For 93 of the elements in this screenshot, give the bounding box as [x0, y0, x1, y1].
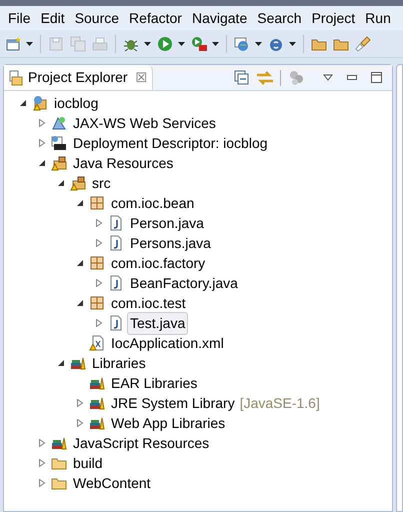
link-arrows-icon[interactable]	[256, 70, 274, 86]
caret-icon	[289, 42, 296, 46]
view-title: Project Explorer	[28, 68, 128, 87]
descriptor-icon	[51, 135, 67, 151]
collapsed-triangle-icon[interactable]	[38, 119, 46, 127]
source-folder-icon	[70, 175, 86, 191]
menu-item[interactable]: Project	[306, 8, 360, 28]
java-file-icon	[108, 315, 124, 331]
package-icon	[89, 195, 105, 211]
java-file-icon	[108, 275, 124, 291]
menu-item[interactable]: Edit	[36, 8, 70, 28]
collapse-all-icon[interactable]	[234, 70, 250, 86]
project-icon	[32, 95, 48, 111]
menu-item[interactable]: Run	[360, 8, 396, 28]
caret-icon	[255, 42, 262, 46]
minimize-icon[interactable]	[347, 74, 357, 80]
tree-item[interactable]: Web App Libraries	[108, 412, 228, 434]
close-button[interactable]: ☒	[136, 68, 148, 88]
caret-icon	[178, 42, 185, 46]
collapsed-triangle-icon[interactable]	[38, 459, 46, 467]
tree-item[interactable]: IocApplication.xml	[108, 332, 227, 354]
toolbar-button[interactable]	[190, 36, 220, 52]
tree-item[interactable]: Person.java	[127, 212, 207, 234]
tree-item[interactable]: src	[89, 172, 114, 194]
menu-item[interactable]: Search	[252, 8, 307, 28]
caret-icon	[26, 42, 33, 46]
collapsed-triangle-icon[interactable]	[95, 279, 103, 287]
new-icon	[5, 36, 21, 52]
java-file-icon	[108, 215, 124, 231]
books-icon	[89, 415, 105, 431]
tree-item[interactable]: com.ioc.test	[108, 292, 189, 314]
web-service-icon	[51, 115, 67, 131]
brush-icon	[355, 36, 371, 52]
menu-item[interactable]: File	[3, 8, 36, 28]
java-file-icon	[108, 235, 124, 251]
project-explorer-tab[interactable]: Project Explorer ☒	[4, 65, 153, 90]
globe-window-icon	[234, 36, 250, 52]
maximize-icon[interactable]	[371, 72, 382, 83]
books-icon	[51, 435, 67, 451]
caret-icon	[144, 42, 151, 46]
tree-item[interactable]: JAX-WS Web Services	[70, 112, 219, 134]
expanded-triangle-icon[interactable]	[76, 299, 84, 307]
package-icon	[89, 255, 105, 271]
tree-item[interactable]: Libraries	[89, 352, 149, 374]
expanded-triangle-icon[interactable]	[76, 199, 84, 207]
books-icon	[70, 355, 86, 371]
library-version: [JavaSE-1.6]	[240, 394, 320, 413]
expanded-triangle-icon[interactable]	[38, 159, 46, 167]
tree-item[interactable]: com.ioc.factory	[108, 252, 208, 274]
tree-item[interactable]: BeanFactory.java	[127, 272, 241, 294]
tree-item[interactable]: com.ioc.bean	[108, 192, 198, 214]
expanded-triangle-icon[interactable]	[57, 179, 65, 187]
collapsed-triangle-icon[interactable]	[95, 239, 103, 247]
tree-item[interactable]: JavaScript Resources	[70, 432, 212, 454]
package-icon	[89, 295, 105, 311]
menu-item[interactable]: Refactor	[124, 8, 187, 28]
view-menu-icon[interactable]	[323, 74, 333, 82]
caret-icon	[212, 42, 219, 46]
tree-item[interactable]: build	[70, 452, 106, 474]
tree-item[interactable]: Java Resources	[70, 152, 176, 174]
collapsed-triangle-icon[interactable]	[38, 479, 46, 487]
collapsed-triangle-icon[interactable]	[95, 219, 103, 227]
gears-icon[interactable]	[289, 70, 305, 86]
menu-item[interactable]: Navigate	[186, 8, 252, 28]
collapsed-triangle-icon[interactable]	[76, 419, 84, 427]
folder-document-icon	[8, 70, 24, 86]
tree-item[interactable]: EAR Libraries	[108, 372, 200, 394]
tree-item[interactable]: WebContent	[70, 472, 154, 494]
expanded-triangle-icon[interactable]	[76, 259, 84, 267]
print-icon	[92, 36, 108, 52]
collapsed-triangle-icon[interactable]	[76, 399, 84, 407]
toolbar-button[interactable]	[233, 36, 263, 52]
expanded-triangle-icon[interactable]	[57, 359, 65, 367]
save-icon	[48, 36, 64, 52]
toolbar-button[interactable]	[156, 36, 186, 52]
tree-item[interactable]: Test.java	[127, 312, 188, 334]
source-folder-icon	[51, 155, 67, 171]
run-icon	[157, 36, 173, 52]
tree-item[interactable]: JRE System Library	[108, 392, 238, 414]
tree-item[interactable]: Persons.java	[127, 232, 214, 254]
collapsed-triangle-icon[interactable]	[38, 439, 46, 447]
run-server-icon	[191, 36, 207, 52]
save-all-icon	[70, 36, 86, 52]
collapsed-triangle-icon[interactable]	[38, 139, 46, 147]
tree-item[interactable]: Deployment Descriptor: iocblog	[70, 132, 271, 154]
tree-item[interactable]: iocblog	[51, 92, 102, 114]
expanded-triangle-icon[interactable]	[19, 99, 27, 107]
collapsed-triangle-icon[interactable]	[95, 319, 103, 327]
books-icon	[89, 395, 105, 411]
books-icon	[89, 375, 105, 391]
toolbar-button[interactable]	[4, 36, 34, 52]
xml-file-icon	[89, 335, 105, 351]
menu-item[interactable]: Source	[70, 8, 124, 28]
